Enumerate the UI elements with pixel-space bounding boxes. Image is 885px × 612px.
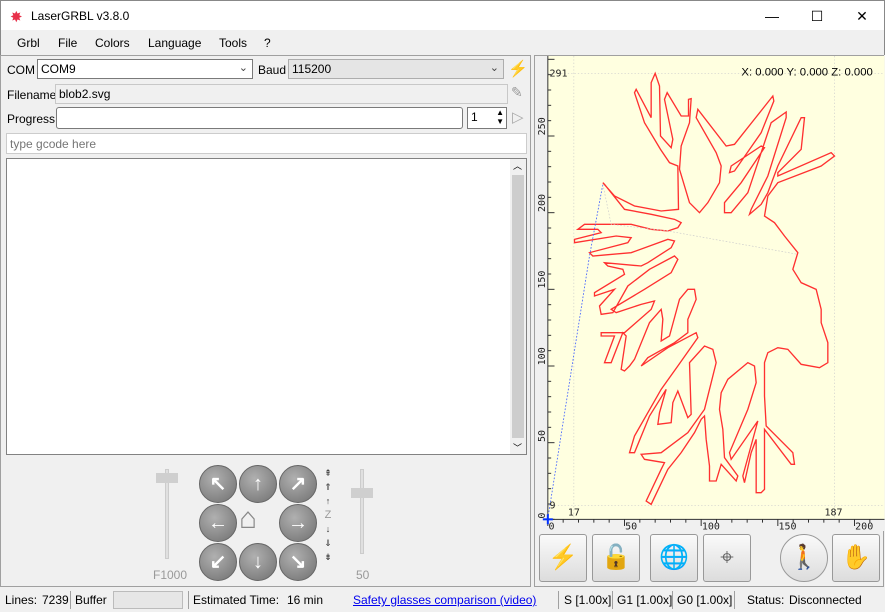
preview-panel: 291 9 17 187 0 50 100 150 200 0 50 100 150 200 250… (534, 55, 885, 587)
menu-language[interactable]: Language (148, 36, 201, 50)
baud-value: 115200 (292, 62, 332, 76)
app-logo-icon: ✸ (10, 9, 23, 26)
maximize-button[interactable]: ☐ (794, 1, 840, 31)
scroll-down-icon[interactable]: ﹀ (513, 441, 522, 454)
close-button[interactable]: ✕ (839, 1, 885, 31)
menu-file[interactable]: File (58, 36, 77, 50)
bbox-xmax-label: 187 (825, 507, 843, 518)
title-bar: ✸ LaserGRBL v3.8.0 — ☐ ✕ (0, 0, 885, 30)
copies-value: 1 (471, 110, 478, 124)
menu-help[interactable]: ? (264, 36, 271, 50)
x-tick-label: 50 (625, 521, 637, 531)
y-tick-label: 150 (537, 271, 548, 289)
home-button[interactable]: ⌂ (239, 502, 257, 536)
com-value: COM9 (41, 62, 76, 76)
bbox-ymax-label: 291 (550, 69, 568, 80)
bbox-ymin-label: 9 (550, 501, 556, 512)
x-tick-label: 150 (779, 521, 797, 531)
open-file-icon[interactable]: ✎ (511, 84, 523, 101)
scrollbar-thumb[interactable] (512, 175, 524, 438)
minimize-button[interactable]: — (749, 1, 795, 31)
progress-bar (56, 107, 463, 129)
z-label: Z (324, 509, 332, 521)
z-up-icon[interactable]: ↑ (322, 494, 334, 508)
step-label: 50 (356, 568, 370, 582)
copies-stepper[interactable]: 1 ▲ ▼ (467, 107, 507, 129)
jog-e-button[interactable]: → (279, 504, 317, 542)
stop-button[interactable]: ✋ (832, 534, 880, 582)
jog-se-button[interactable]: ↘ (279, 543, 317, 581)
jog-nw-button[interactable]: ↖ (199, 465, 237, 503)
g1-override[interactable]: G1 [1.00x] (617, 593, 672, 607)
z-down-icon[interactable]: ↓ (322, 522, 334, 536)
buffer-label: Buffer (75, 593, 107, 607)
com-label: COM (7, 63, 35, 77)
window-title: LaserGRBL v3.8.0 (31, 9, 130, 23)
z-up-fast-icon[interactable]: ⇞ (322, 466, 334, 480)
jog-s-button[interactable]: ↓ (239, 543, 277, 581)
x-tick-label: 0 (549, 521, 555, 531)
chevron-down-icon: ⌄ (238, 62, 248, 74)
z-up-medium-icon[interactable]: ⇑ (322, 480, 334, 494)
status-value: Disconnected (789, 593, 862, 607)
z-down-fast-icon[interactable]: ⇟ (322, 550, 334, 564)
feed-label: F1000 (153, 568, 188, 582)
jog-sw-button[interactable]: ↙ (199, 543, 237, 581)
y-tick-label: 50 (537, 430, 548, 442)
reset-button[interactable]: 🚶 (780, 534, 828, 582)
filename-field: blob2.svg (55, 84, 508, 104)
estimated-time-label: Estimated Time: (193, 593, 280, 607)
jog-n-button[interactable]: ↑ (239, 465, 277, 503)
step-slider[interactable] (360, 469, 364, 554)
y-tick-label: 250 (537, 117, 548, 135)
buffer-bar (113, 591, 183, 609)
menu-bar: Grbl File Colors Language Tools ? (0, 30, 885, 55)
jog-ne-button[interactable]: ↗ (279, 465, 317, 503)
baud-label: Baud (258, 63, 287, 77)
console-log: ︿ ﹀ (6, 158, 527, 455)
filename-label: Filename (7, 88, 57, 102)
scrollbar[interactable]: ︿ ﹀ (510, 159, 526, 454)
estimated-time-value: 16 min (287, 593, 324, 607)
go-home-button[interactable]: ⌖ (703, 534, 751, 582)
com-select[interactable]: COM9 ⌄ (37, 59, 253, 79)
stepper-arrows-icon[interactable]: ▲ ▼ (496, 108, 504, 126)
y-tick-label: 0 (537, 513, 548, 519)
menu-tools[interactable]: Tools (219, 36, 247, 50)
lines-label: Lines: (5, 593, 38, 607)
run-icon[interactable]: ▷ (512, 108, 524, 126)
bbox-xmin-label: 17 (568, 507, 580, 518)
y-tick-label: 200 (537, 194, 548, 212)
s-override[interactable]: S [1.00x] (564, 593, 611, 607)
set-origin-button[interactable]: 🌐 (650, 534, 698, 582)
progress-label: Progress (7, 112, 56, 126)
preview-background (535, 56, 885, 531)
menu-colors[interactable]: Colors (95, 36, 130, 50)
baud-select[interactable]: 115200 ⌄ (288, 59, 504, 79)
laser-button[interactable]: ⚡ (539, 534, 587, 582)
coordinates-readout: X: 0.000 Y: 0.000 Z: 0.000 (741, 66, 872, 78)
chevron-down-icon: ⌄ (489, 62, 499, 74)
safety-glasses-link[interactable]: Safety glasses comparison (video) (353, 593, 536, 607)
z-down-medium-icon[interactable]: ⇓ (322, 536, 334, 550)
y-tick-label: 100 (537, 347, 548, 365)
scroll-up-icon[interactable]: ︿ (513, 159, 522, 172)
g0-override[interactable]: G0 [1.00x] (677, 593, 732, 607)
x-tick-label: 200 (855, 521, 873, 531)
step-slider-thumb[interactable] (351, 488, 373, 498)
gcode-preview[interactable]: 291 9 17 187 0 50 100 150 200 0 50 100 150 200 250… (535, 56, 885, 531)
menu-grbl[interactable]: Grbl (17, 36, 40, 50)
unlock-button[interactable]: 🔓 (592, 534, 640, 582)
connect-icon[interactable]: ⚡ (508, 59, 528, 79)
jog-w-button[interactable]: ← (199, 504, 237, 542)
status-label: Status: (747, 593, 785, 607)
x-tick-label: 100 (702, 521, 720, 531)
status-bar: Lines: 7239 Buffer Estimated Time: 16 mi… (0, 589, 885, 612)
gcode-input[interactable] (6, 133, 527, 154)
feed-slider-thumb[interactable] (156, 473, 178, 483)
lines-value: 7239 (42, 593, 69, 607)
control-panel: COM COM9 ⌄ Baud 115200 ⌄ ⚡ Filename blob2.… (0, 55, 531, 587)
